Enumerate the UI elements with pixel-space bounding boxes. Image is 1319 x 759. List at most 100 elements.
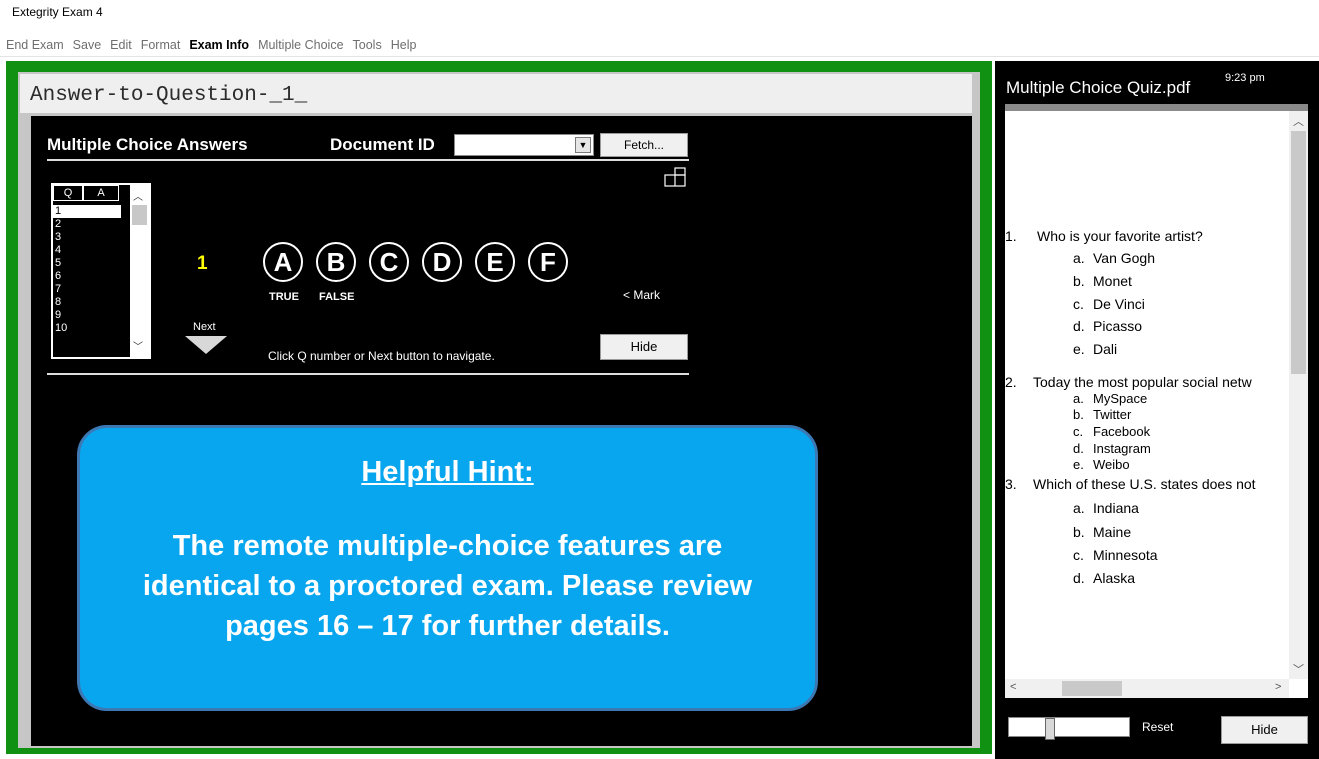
option-text: Monet bbox=[1093, 273, 1132, 289]
choice-f-button[interactable]: F bbox=[528, 242, 568, 282]
menu-help[interactable]: Help bbox=[391, 38, 417, 56]
qa-list-scrollbar[interactable]: ︿ ﹀ bbox=[130, 185, 149, 357]
mark-button[interactable]: < Mark bbox=[623, 288, 660, 302]
choice-e-button[interactable]: E bbox=[475, 242, 515, 282]
choice-a-button[interactable]: A bbox=[263, 242, 303, 282]
option-text: Minnesota bbox=[1093, 547, 1158, 563]
option-text: Picasso bbox=[1093, 318, 1143, 334]
mc-divider-top bbox=[47, 159, 689, 161]
question-3-text: Which of these U.S. states does not bbox=[1033, 476, 1256, 492]
menu-save[interactable]: Save bbox=[73, 38, 102, 56]
qa-rows: 1 2 3 4 5 6 7 8 9 10 bbox=[53, 205, 131, 335]
menu-tools[interactable]: Tools bbox=[353, 38, 382, 56]
option-text: De Vinci bbox=[1093, 296, 1145, 312]
document-id-select[interactable]: ▼ bbox=[454, 134, 594, 156]
option-letter: c. bbox=[1073, 296, 1084, 312]
mc-panel-title: Multiple Choice Answers bbox=[47, 135, 248, 154]
menu-format[interactable]: Format bbox=[141, 38, 181, 56]
question-row-3[interactable]: 3 bbox=[53, 231, 131, 244]
pdf-hscroll-thumb[interactable] bbox=[1062, 681, 1122, 696]
option-text: Indiana bbox=[1093, 500, 1139, 516]
option-letter: a. bbox=[1073, 250, 1085, 266]
option-letter: d. bbox=[1073, 318, 1085, 334]
question-row-10[interactable]: 10 bbox=[53, 322, 131, 335]
choice-b-button[interactable]: B bbox=[316, 242, 356, 282]
option-text: Facebook bbox=[1093, 424, 1151, 439]
option-text: MySpace bbox=[1093, 391, 1148, 406]
question-3-number: 3. bbox=[1005, 476, 1017, 492]
question-1-number: 1. bbox=[1005, 228, 1017, 244]
a-column-header: A bbox=[83, 185, 119, 201]
option-text: Van Gogh bbox=[1093, 250, 1156, 266]
scroll-up-icon[interactable]: ︿ bbox=[1293, 113, 1304, 129]
clock-time: 9:23 pm bbox=[1225, 72, 1265, 84]
menu-multiple-choice[interactable]: Multiple Choice bbox=[258, 38, 343, 56]
option-letter: d. bbox=[1073, 441, 1084, 456]
hide-pdf-panel-button[interactable]: Hide bbox=[1221, 716, 1308, 744]
helpful-hint-callout: Helpful Hint: The remote multiple-choice… bbox=[77, 425, 818, 711]
option-letter: c. bbox=[1073, 424, 1084, 439]
option-letter: e. bbox=[1073, 341, 1085, 357]
document-title: Answer-to-Question-_1_ bbox=[30, 84, 308, 107]
question-answer-list[interactable]: Q A 1 2 3 4 5 6 7 8 9 10 ︿ ﹀ bbox=[51, 183, 151, 359]
menu-divider bbox=[0, 56, 1319, 57]
layout-icon[interactable] bbox=[664, 167, 686, 187]
menu-edit[interactable]: Edit bbox=[110, 38, 132, 56]
question-row-8[interactable]: 8 bbox=[53, 296, 131, 309]
q-column-header: Q bbox=[53, 185, 83, 201]
question-row-6[interactable]: 6 bbox=[53, 270, 131, 283]
pdf-vertical-scrollbar[interactable]: ︿ ﹀ bbox=[1289, 111, 1308, 679]
reset-button[interactable]: Reset bbox=[1142, 720, 1173, 734]
qa-list-header: Q A bbox=[53, 185, 119, 201]
qa-scroll-thumb[interactable] bbox=[132, 205, 147, 225]
question-2-text: Today the most popular social netw bbox=[1033, 374, 1252, 390]
scroll-left-icon[interactable]: < bbox=[1010, 681, 1016, 693]
mc-divider-bottom bbox=[47, 373, 689, 375]
next-label: Next bbox=[193, 321, 216, 333]
question-row-4[interactable]: 4 bbox=[53, 244, 131, 257]
document-id-label: Document ID bbox=[330, 135, 435, 154]
pdf-horizontal-scrollbar[interactable]: < > bbox=[1005, 679, 1289, 698]
scroll-down-icon[interactable]: ﹀ bbox=[133, 338, 143, 353]
zoom-slider[interactable] bbox=[1008, 717, 1130, 740]
menu-end-exam[interactable]: End Exam bbox=[6, 38, 64, 56]
scroll-up-icon[interactable]: ︿ bbox=[133, 188, 143, 203]
true-label: TRUE bbox=[269, 291, 299, 303]
choice-d-button[interactable]: D bbox=[422, 242, 462, 282]
option-letter: a. bbox=[1073, 391, 1084, 406]
window-title: Extegrity Exam 4 bbox=[12, 5, 103, 19]
app-window: Extegrity Exam 4 End Exam Save Edit Form… bbox=[0, 0, 1319, 759]
option-letter: c. bbox=[1073, 547, 1084, 563]
question-row-9[interactable]: 9 bbox=[53, 309, 131, 322]
question-row-2[interactable]: 2 bbox=[53, 218, 131, 231]
question-row-7[interactable]: 7 bbox=[53, 283, 131, 296]
pdf-title: Multiple Choice Quiz.pdf bbox=[1006, 78, 1191, 97]
option-text: Twitter bbox=[1093, 407, 1132, 422]
question-row-5[interactable]: 5 bbox=[53, 257, 131, 270]
option-text: Weibo bbox=[1093, 457, 1130, 472]
pdf-vscroll-thumb[interactable] bbox=[1291, 131, 1306, 374]
pdf-content: 1. Who is your favorite artist? a. Van G… bbox=[1005, 104, 1289, 679]
pdf-viewer[interactable]: 1. Who is your favorite artist? a. Van G… bbox=[1005, 104, 1308, 698]
question-2-number: 2. bbox=[1005, 374, 1017, 390]
current-question-number: 1 bbox=[197, 253, 208, 274]
hint-body: The remote multiple-choice features are … bbox=[142, 530, 753, 642]
scroll-down-icon[interactable]: ﹀ bbox=[1293, 661, 1304, 677]
option-letter: b. bbox=[1073, 407, 1084, 422]
next-arrow-icon[interactable] bbox=[185, 336, 227, 354]
question-row-1[interactable]: 1 bbox=[53, 205, 121, 218]
choice-c-button[interactable]: C bbox=[369, 242, 409, 282]
fetch-button[interactable]: Fetch... bbox=[600, 133, 688, 157]
scroll-right-icon[interactable]: > bbox=[1275, 681, 1281, 693]
menu-exam-info[interactable]: Exam Info bbox=[189, 38, 249, 56]
navigation-hint: Click Q number or Next button to navigat… bbox=[268, 349, 495, 363]
option-letter: a. bbox=[1073, 500, 1085, 516]
zoom-slider-handle[interactable] bbox=[1045, 718, 1055, 740]
question-1-text: Who is your favorite artist? bbox=[1037, 228, 1203, 244]
option-letter: e. bbox=[1073, 457, 1084, 472]
option-letter: d. bbox=[1073, 570, 1085, 586]
option-text: Instagram bbox=[1093, 441, 1151, 456]
hide-mc-panel-button[interactable]: Hide bbox=[600, 334, 688, 360]
option-text: Maine bbox=[1093, 524, 1132, 540]
dropdown-arrow-icon[interactable]: ▼ bbox=[575, 137, 591, 153]
